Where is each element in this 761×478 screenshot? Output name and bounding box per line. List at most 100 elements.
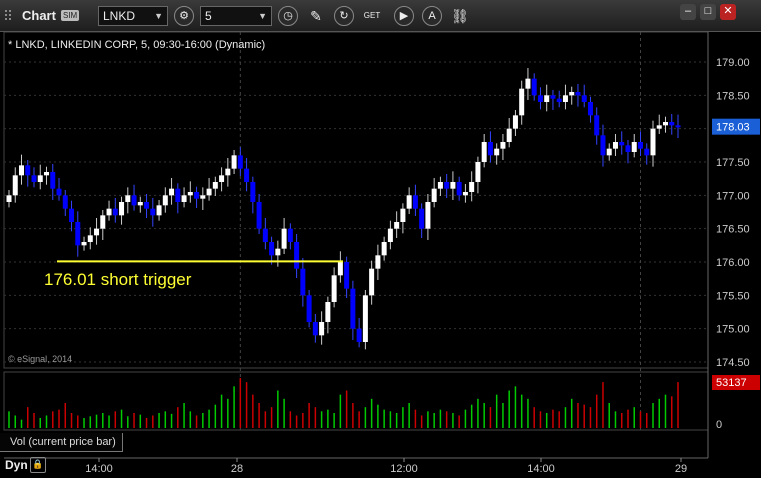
- get-quote-label: GET: [363, 11, 381, 20]
- candle-body: [56, 188, 62, 196]
- candle-body: [606, 148, 612, 156]
- price-tick-label: 178.50: [716, 90, 750, 102]
- candle-body: [294, 242, 300, 269]
- candle-body: [356, 328, 362, 342]
- candle-body: [631, 142, 637, 152]
- candle-body: [569, 92, 575, 96]
- candle-body: [581, 95, 587, 102]
- candle-body: [675, 125, 681, 128]
- interval-select[interactable]: 5 ▼: [200, 6, 272, 26]
- candle-body: [231, 155, 237, 169]
- candle-body: [331, 275, 337, 302]
- dynamic-mode-label[interactable]: Dyn: [5, 458, 28, 472]
- candle-body: [119, 202, 125, 216]
- history-clock-icon[interactable]: ◷: [278, 6, 298, 26]
- candle-body: [462, 192, 468, 196]
- candle-body: [387, 228, 393, 242]
- candle-body: [512, 115, 518, 129]
- chart-caption: * LNKD, LINKEDIN CORP, 5, 09:30-16:00 (D…: [8, 39, 266, 51]
- price-tick-label: 179.00: [716, 57, 750, 69]
- alert-icon[interactable]: A: [422, 6, 442, 26]
- candle-body: [500, 142, 506, 149]
- candle-body: [131, 195, 137, 206]
- candle-body: [350, 288, 356, 329]
- symbol-input[interactable]: LNKD ▼: [98, 6, 168, 26]
- candle-body: [81, 242, 87, 246]
- candle-body: [237, 155, 243, 169]
- candle-body: [406, 195, 412, 209]
- price-tick-label: 175.50: [716, 290, 750, 302]
- candle-body: [212, 182, 218, 189]
- candle-body: [44, 172, 50, 176]
- candle-body: [325, 302, 331, 322]
- settings-gear-icon[interactable]: ⚙: [174, 6, 194, 26]
- copyright-text: © eSignal, 2014: [8, 354, 73, 364]
- candle-body: [19, 165, 25, 176]
- candle-body: [637, 142, 643, 149]
- candle-body: [362, 295, 368, 342]
- candle-body: [150, 208, 156, 216]
- candle-body: [531, 78, 537, 96]
- candle-body: [244, 168, 250, 182]
- candle-body: [187, 192, 193, 196]
- candle-body: [300, 268, 306, 296]
- candle-body: [137, 202, 143, 206]
- candle-body: [94, 228, 100, 236]
- drag-grip-icon[interactable]: [4, 9, 14, 23]
- candle-body: [469, 182, 475, 192]
- candle-body: [262, 228, 268, 242]
- last-volume-label: 53137: [716, 377, 747, 389]
- candle-body: [162, 195, 168, 206]
- lock-icon[interactable]: 🔒: [30, 457, 46, 473]
- candle-body: [200, 195, 206, 199]
- volume-zero-label: 0: [716, 419, 722, 431]
- price-tick-label: 176.50: [716, 224, 750, 236]
- candle-body: [450, 182, 456, 189]
- candle-body: [275, 248, 281, 256]
- refresh-icon[interactable]: ↻: [334, 6, 354, 26]
- time-tick-label: 28: [231, 463, 243, 475]
- candle-body: [169, 188, 175, 196]
- candle-body: [250, 182, 256, 202]
- candle-body: [337, 262, 343, 276]
- candle-body: [37, 175, 43, 182]
- candle-body: [487, 142, 493, 156]
- candle-body: [194, 192, 200, 199]
- candle-body: [175, 188, 181, 202]
- candle-body: [381, 242, 387, 256]
- candle-body: [256, 202, 262, 229]
- pencil-draw-icon[interactable]: ✎: [306, 6, 326, 26]
- candle-body: [619, 142, 625, 146]
- chevron-down-icon[interactable]: ▼: [258, 7, 267, 25]
- candle-body: [312, 322, 318, 336]
- get-quote-icon[interactable]: GET: [362, 6, 382, 26]
- price-chart[interactable]: 179.00178.50178.00177.50177.00176.50176.…: [0, 32, 761, 478]
- candle-body: [494, 148, 500, 156]
- candle-body: [225, 168, 231, 176]
- candle-body: [100, 215, 106, 229]
- candle-body: [550, 95, 556, 99]
- candle-body: [369, 268, 375, 296]
- play-icon[interactable]: ▶: [394, 6, 414, 26]
- candle-body: [600, 135, 606, 156]
- minimize-button[interactable]: –: [680, 4, 696, 20]
- candle-body: [400, 208, 406, 222]
- candle-body: [669, 122, 675, 126]
- candle-body: [644, 148, 650, 156]
- candle-body: [306, 295, 312, 322]
- candle-body: [112, 208, 118, 216]
- candle-body: [562, 95, 568, 102]
- candle-body: [650, 128, 656, 156]
- link-icon[interactable]: ⛓: [450, 6, 470, 26]
- candle-body: [437, 182, 443, 189]
- candle-body: [319, 322, 325, 336]
- volume-study-label[interactable]: Vol (current price bar): [0, 433, 123, 452]
- candle-body: [31, 175, 37, 182]
- close-button[interactable]: ✕: [720, 4, 736, 20]
- candle-body: [87, 235, 93, 242]
- candle-body: [269, 242, 275, 256]
- candle-body: [144, 202, 150, 209]
- candle-body: [456, 182, 462, 196]
- chevron-down-icon[interactable]: ▼: [154, 7, 163, 25]
- maximize-button[interactable]: □: [700, 4, 716, 20]
